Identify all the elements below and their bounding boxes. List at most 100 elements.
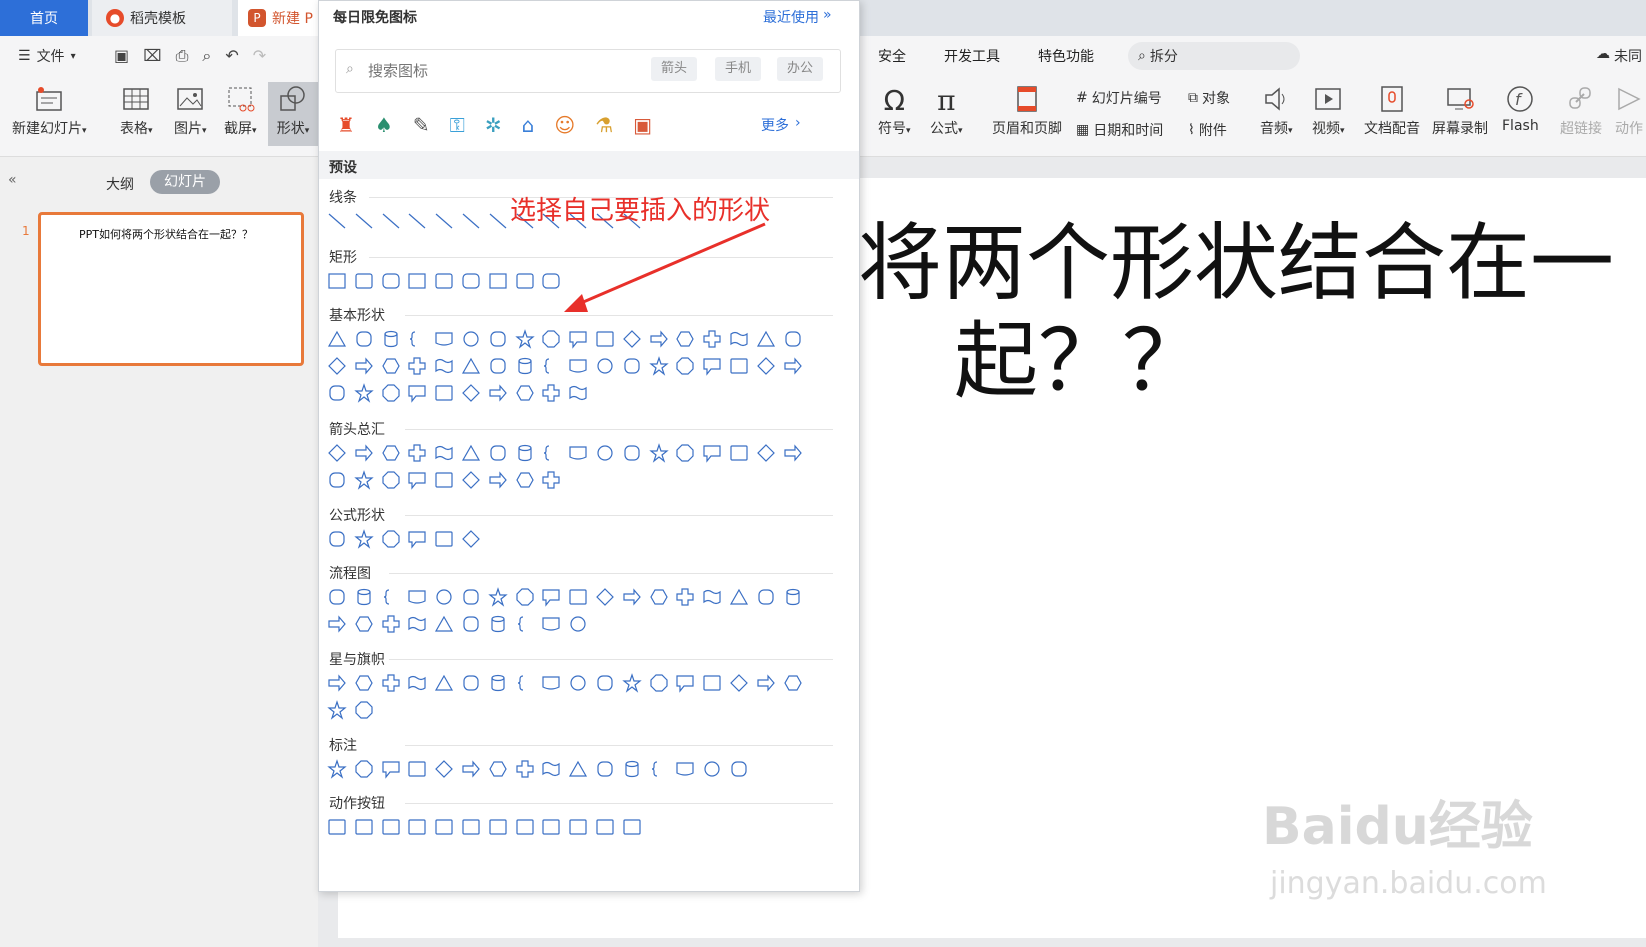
shape-basic-shapes-oct-icon[interactable]	[381, 383, 401, 403]
shape-block-arrows-line-icon[interactable]	[488, 443, 508, 463]
collapse-panel-icon[interactable]: «	[8, 172, 17, 188]
shape-basic-shapes-wave-icon[interactable]	[729, 329, 749, 349]
video-button[interactable]: 视频▾	[1312, 84, 1345, 138]
shape-action-buttons-hex-icon[interactable]	[622, 817, 642, 837]
shape-flowchart-circle-icon[interactable]	[434, 587, 454, 607]
chip-phone[interactable]: 手机	[715, 57, 762, 81]
icon-search-box[interactable]: ⌕	[335, 49, 841, 93]
shape-basic-shapes-oct-icon[interactable]	[541, 329, 561, 349]
shape-basic-shapes-arrow-icon[interactable]	[783, 356, 803, 376]
shape-basic-shapes-diamond-icon[interactable]	[622, 329, 642, 349]
shape-equation-shapes-diamond-icon[interactable]	[461, 529, 481, 549]
shape-callouts-oct-icon[interactable]	[354, 759, 374, 779]
save-icon[interactable]: ▣	[114, 46, 129, 66]
shape-flowchart-callout-icon[interactable]	[541, 587, 561, 607]
shape-flowchart-cross-icon[interactable]	[381, 614, 401, 634]
shape-callouts-rect-icon[interactable]	[407, 759, 427, 779]
shape-block-arrows-tri-icon[interactable]	[461, 443, 481, 463]
shape-basic-shapes-round-icon[interactable]	[327, 383, 347, 403]
chef-icon[interactable]: ♜	[337, 113, 355, 137]
shape-rectangles-star-icon[interactable]	[381, 271, 401, 291]
shape-flowchart-wave-icon[interactable]	[407, 614, 427, 634]
shape-stars-banners-bracket-icon[interactable]	[515, 673, 535, 693]
attachment-button[interactable]: ⌇ 附件	[1188, 120, 1227, 140]
shape-lines-rect-icon[interactable]	[327, 211, 347, 231]
shape-flowchart-cyl-icon[interactable]	[488, 614, 508, 634]
shape-stars-banners-cyl-icon[interactable]	[488, 673, 508, 693]
shape-basic-shapes-round-icon[interactable]	[622, 356, 642, 376]
shape-basic-shapes-diamond-icon[interactable]	[461, 383, 481, 403]
shape-basic-shapes-star-icon[interactable]	[648, 356, 669, 376]
shape-basic-shapes-bracket-icon[interactable]	[541, 356, 561, 376]
shape-basic-shapes-line-icon[interactable]	[488, 356, 508, 376]
shape-action-buttons-star-icon[interactable]	[461, 817, 481, 837]
shape-rectangles-circle-icon[interactable]	[327, 271, 347, 291]
shape-action-buttons-cyl-icon[interactable]	[327, 817, 347, 837]
shape-callouts-bracket-icon[interactable]	[649, 759, 669, 779]
shape-stars-banners-arrow-icon[interactable]	[756, 673, 776, 693]
shape-stars-banners-wave-icon[interactable]	[407, 673, 427, 693]
shape-block-arrows-cross-icon[interactable]	[541, 470, 561, 490]
shape-block-arrows-arrow-icon[interactable]	[354, 443, 374, 463]
shape-lines-wave-icon[interactable]	[461, 211, 481, 231]
picture-button[interactable]: 图片▾	[174, 84, 207, 138]
shape-callouts-flow-icon[interactable]	[675, 759, 695, 779]
shape-basic-shapes-hex-icon[interactable]	[381, 356, 401, 376]
shape-lines-diamond-icon[interactable]	[354, 211, 374, 231]
shape-flowchart-line-icon[interactable]	[461, 614, 481, 634]
shape-flowchart-flow-icon[interactable]	[407, 587, 427, 607]
shape-flowchart-tri-icon[interactable]	[434, 614, 454, 634]
shape-lines-hex-icon[interactable]	[407, 211, 427, 231]
shape-stars-banners-star-icon[interactable]	[327, 700, 347, 720]
shape-rectangles-hex-icon[interactable]	[541, 271, 561, 291]
shape-callouts-wave-icon[interactable]	[541, 759, 561, 779]
shape-equation-shapes-round-icon[interactable]	[327, 529, 347, 549]
tab-slides[interactable]: 幻灯片	[150, 170, 220, 194]
shape-basic-shapes-hex-icon[interactable]	[515, 383, 535, 403]
shape-basic-shapes-callout-icon[interactable]	[702, 356, 722, 376]
shape-lines-tri-icon[interactable]	[488, 211, 508, 231]
shape-block-arrows-rect-icon[interactable]	[434, 470, 454, 490]
shape-block-arrows-cyl-icon[interactable]	[515, 443, 535, 463]
shape-flowchart-circle-icon[interactable]	[568, 614, 588, 634]
shape-block-arrows-callout-icon[interactable]	[702, 443, 722, 463]
shape-basic-shapes-wave-icon[interactable]	[568, 383, 588, 403]
print-preview-icon[interactable]: ⌕	[202, 46, 211, 66]
shape-rectangles-oct-icon[interactable]	[407, 271, 427, 291]
shape-rectangles-callout-icon[interactable]	[434, 271, 454, 291]
shape-basic-shapes-tri-icon[interactable]	[327, 329, 347, 349]
shape-flowchart-star-icon[interactable]	[488, 587, 508, 607]
shape-basic-shapes-round-icon[interactable]	[488, 329, 508, 349]
shape-stars-banners-arrow-icon[interactable]	[327, 673, 347, 693]
chip-arrow[interactable]: 箭头	[651, 57, 698, 81]
slide-title[interactable]: 将两个形状结合在一 起？？	[858, 214, 1646, 410]
shape-flowchart-line-icon[interactable]	[327, 587, 347, 607]
shape-basic-shapes-star-icon[interactable]	[354, 383, 374, 403]
shape-basic-shapes-callout-icon[interactable]	[407, 383, 427, 403]
shape-callouts-arrow-icon[interactable]	[461, 759, 481, 779]
package-icon[interactable]: ▣	[633, 113, 652, 137]
slide-thumbnail[interactable]: PPT如何将两个形状结合在一起？？	[38, 212, 304, 366]
shape-stars-banners-cross-icon[interactable]	[381, 673, 401, 693]
shape-block-arrows-bracket-icon[interactable]	[541, 443, 561, 463]
shape-block-arrows-round-icon[interactable]	[327, 470, 347, 490]
shape-basic-shapes-rect-icon[interactable]	[595, 329, 615, 349]
shape-basic-shapes-hex-icon[interactable]	[675, 329, 695, 349]
hyperlink-button[interactable]: 超链接	[1560, 84, 1602, 138]
shape-flowchart-cyl-icon[interactable]	[783, 587, 803, 607]
shape-flowchart-cyl-icon[interactable]	[354, 587, 374, 607]
shape-basic-shapes-line-icon[interactable]	[783, 329, 803, 349]
shape-block-arrows-star-icon[interactable]	[354, 470, 374, 490]
shape-stars-banners-star-icon[interactable]	[622, 673, 642, 693]
shape-stars-banners-round-icon[interactable]	[595, 673, 615, 693]
shape-basic-shapes-circle-icon[interactable]	[461, 329, 481, 349]
redo-icon[interactable]: ↷	[253, 46, 266, 66]
shape-stars-banners-callout-icon[interactable]	[675, 673, 695, 693]
shape-block-arrows-rect-icon[interactable]	[729, 443, 749, 463]
shape-lines-cross-icon[interactable]	[434, 211, 454, 231]
undo-icon[interactable]: ↶	[225, 46, 238, 66]
table-button[interactable]: 表格▾	[120, 84, 153, 138]
shape-block-arrows-wave-icon[interactable]	[434, 443, 454, 463]
shape-stars-banners-line-icon[interactable]	[461, 673, 481, 693]
shape-basic-shapes-diamond-icon[interactable]	[756, 356, 776, 376]
